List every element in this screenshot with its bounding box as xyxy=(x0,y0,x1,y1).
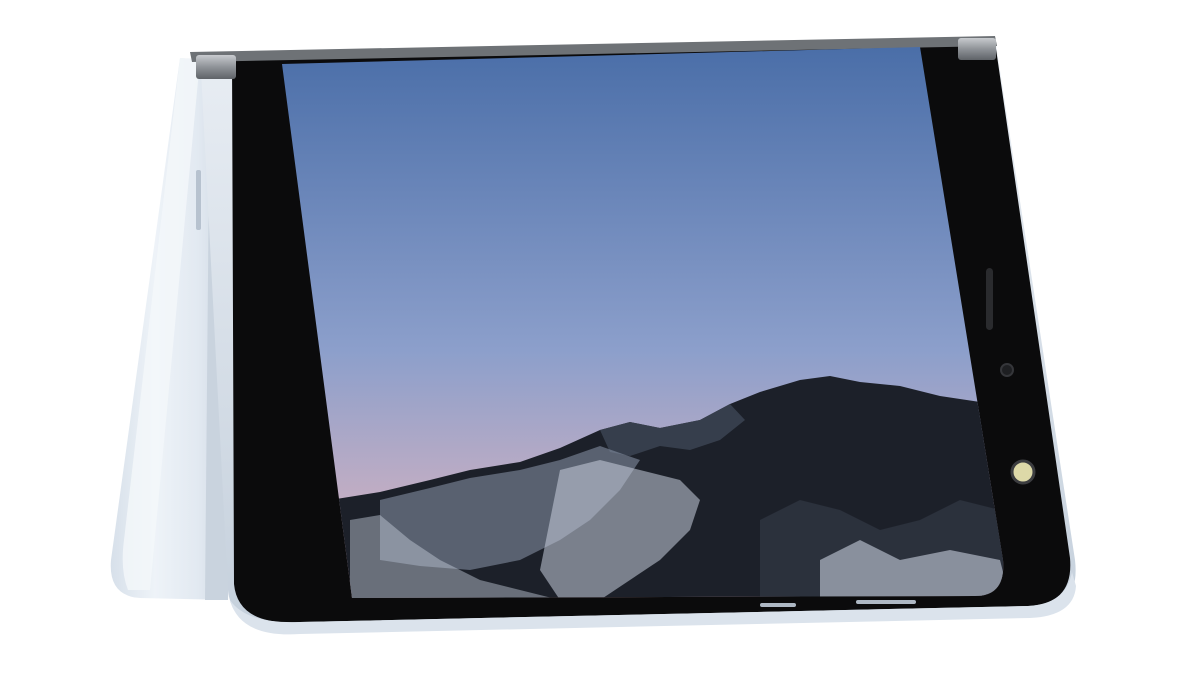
product-photo xyxy=(0,0,1200,675)
side-button xyxy=(196,170,201,230)
hinge-left xyxy=(196,55,236,79)
earpiece-speaker xyxy=(986,268,993,330)
bottom-grille xyxy=(856,600,916,604)
flash-icon xyxy=(1010,459,1036,485)
device-illustration xyxy=(110,36,1076,635)
hinge-right xyxy=(958,38,996,60)
front-camera-icon xyxy=(1000,363,1014,377)
display-screen xyxy=(282,47,1004,598)
bottom-port xyxy=(760,603,796,607)
